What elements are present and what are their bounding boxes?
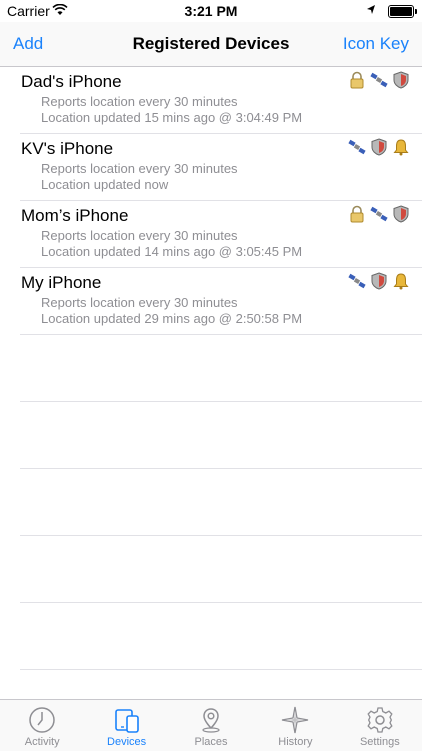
satellite-icon bbox=[348, 138, 366, 156]
shield-icon bbox=[370, 138, 388, 156]
empty-row bbox=[20, 402, 422, 469]
clock-icon bbox=[0, 706, 84, 734]
tab-label: History bbox=[278, 736, 313, 748]
bell-icon bbox=[392, 138, 410, 156]
location-arrow-icon bbox=[366, 3, 376, 19]
empty-row bbox=[20, 603, 422, 670]
device-last-update: Location updated 15 mins ago @ 3:04:49 P… bbox=[41, 110, 303, 125]
devices-icon bbox=[84, 706, 168, 734]
device-status-icons bbox=[348, 205, 410, 223]
gear-icon bbox=[338, 706, 422, 734]
device-row[interactable]: My iPhone Reports location every 30 minu… bbox=[20, 268, 422, 335]
device-row[interactable]: Dad's iPhone Reports location every 30 m… bbox=[20, 67, 422, 134]
map-pin-icon bbox=[169, 706, 253, 734]
empty-row bbox=[20, 335, 422, 402]
navigation-bar: Add Registered Devices Icon Key bbox=[0, 22, 422, 67]
tab-history[interactable]: History bbox=[253, 700, 337, 751]
device-report-interval: Reports location every 30 minutes bbox=[41, 228, 238, 243]
device-last-update: Location updated now bbox=[41, 177, 169, 192]
device-name: My iPhone bbox=[21, 273, 102, 292]
clock-time: 3:21 PM bbox=[184, 3, 238, 19]
device-name: Dad's iPhone bbox=[21, 72, 122, 91]
icon-key-button[interactable]: Icon Key bbox=[343, 34, 409, 54]
device-name: Mom’s iPhone bbox=[21, 206, 129, 225]
tab-bar: Activity Devices Places History Settings bbox=[0, 699, 422, 751]
tab-devices[interactable]: Devices bbox=[84, 700, 168, 751]
empty-row bbox=[20, 469, 422, 536]
device-status-icons bbox=[348, 272, 410, 290]
tab-label: Places bbox=[194, 736, 228, 748]
device-name: KV's iPhone bbox=[21, 139, 114, 158]
compass-icon bbox=[253, 706, 337, 734]
satellite-icon bbox=[370, 205, 388, 223]
tab-label: Devices bbox=[107, 736, 147, 748]
battery-icon bbox=[388, 5, 417, 18]
tab-settings[interactable]: Settings bbox=[338, 700, 422, 751]
tab-label: Settings bbox=[359, 736, 400, 748]
empty-row bbox=[20, 536, 422, 603]
satellite-icon bbox=[370, 71, 388, 89]
lock-icon bbox=[348, 71, 366, 89]
status-bar: Carrier 3:21 PM bbox=[0, 0, 422, 22]
device-report-interval: Reports location every 30 minutes bbox=[41, 94, 238, 109]
device-list: Dad's iPhone Reports location every 30 m… bbox=[0, 67, 422, 670]
shield-icon bbox=[392, 205, 410, 223]
bell-icon bbox=[392, 272, 410, 290]
shield-icon bbox=[392, 71, 410, 89]
device-report-interval: Reports location every 30 minutes bbox=[41, 295, 238, 310]
device-status-icons bbox=[348, 138, 410, 156]
tab-label: Activity bbox=[24, 736, 60, 748]
device-last-update: Location updated 14 mins ago @ 3:05:45 P… bbox=[41, 244, 303, 259]
device-row[interactable]: Mom’s iPhone Reports location every 30 m… bbox=[20, 201, 422, 268]
satellite-icon bbox=[348, 272, 366, 290]
lock-icon bbox=[348, 205, 366, 223]
tab-places[interactable]: Places bbox=[169, 700, 253, 751]
device-row[interactable]: KV's iPhone Reports location every 30 mi… bbox=[20, 134, 422, 201]
battery-fill bbox=[390, 7, 412, 16]
shield-icon bbox=[370, 272, 388, 290]
tab-activity[interactable]: Activity bbox=[0, 700, 84, 751]
device-report-interval: Reports location every 30 minutes bbox=[41, 161, 238, 176]
device-status-icons bbox=[348, 71, 410, 89]
device-last-update: Location updated 29 mins ago @ 2:50:58 P… bbox=[41, 311, 303, 326]
